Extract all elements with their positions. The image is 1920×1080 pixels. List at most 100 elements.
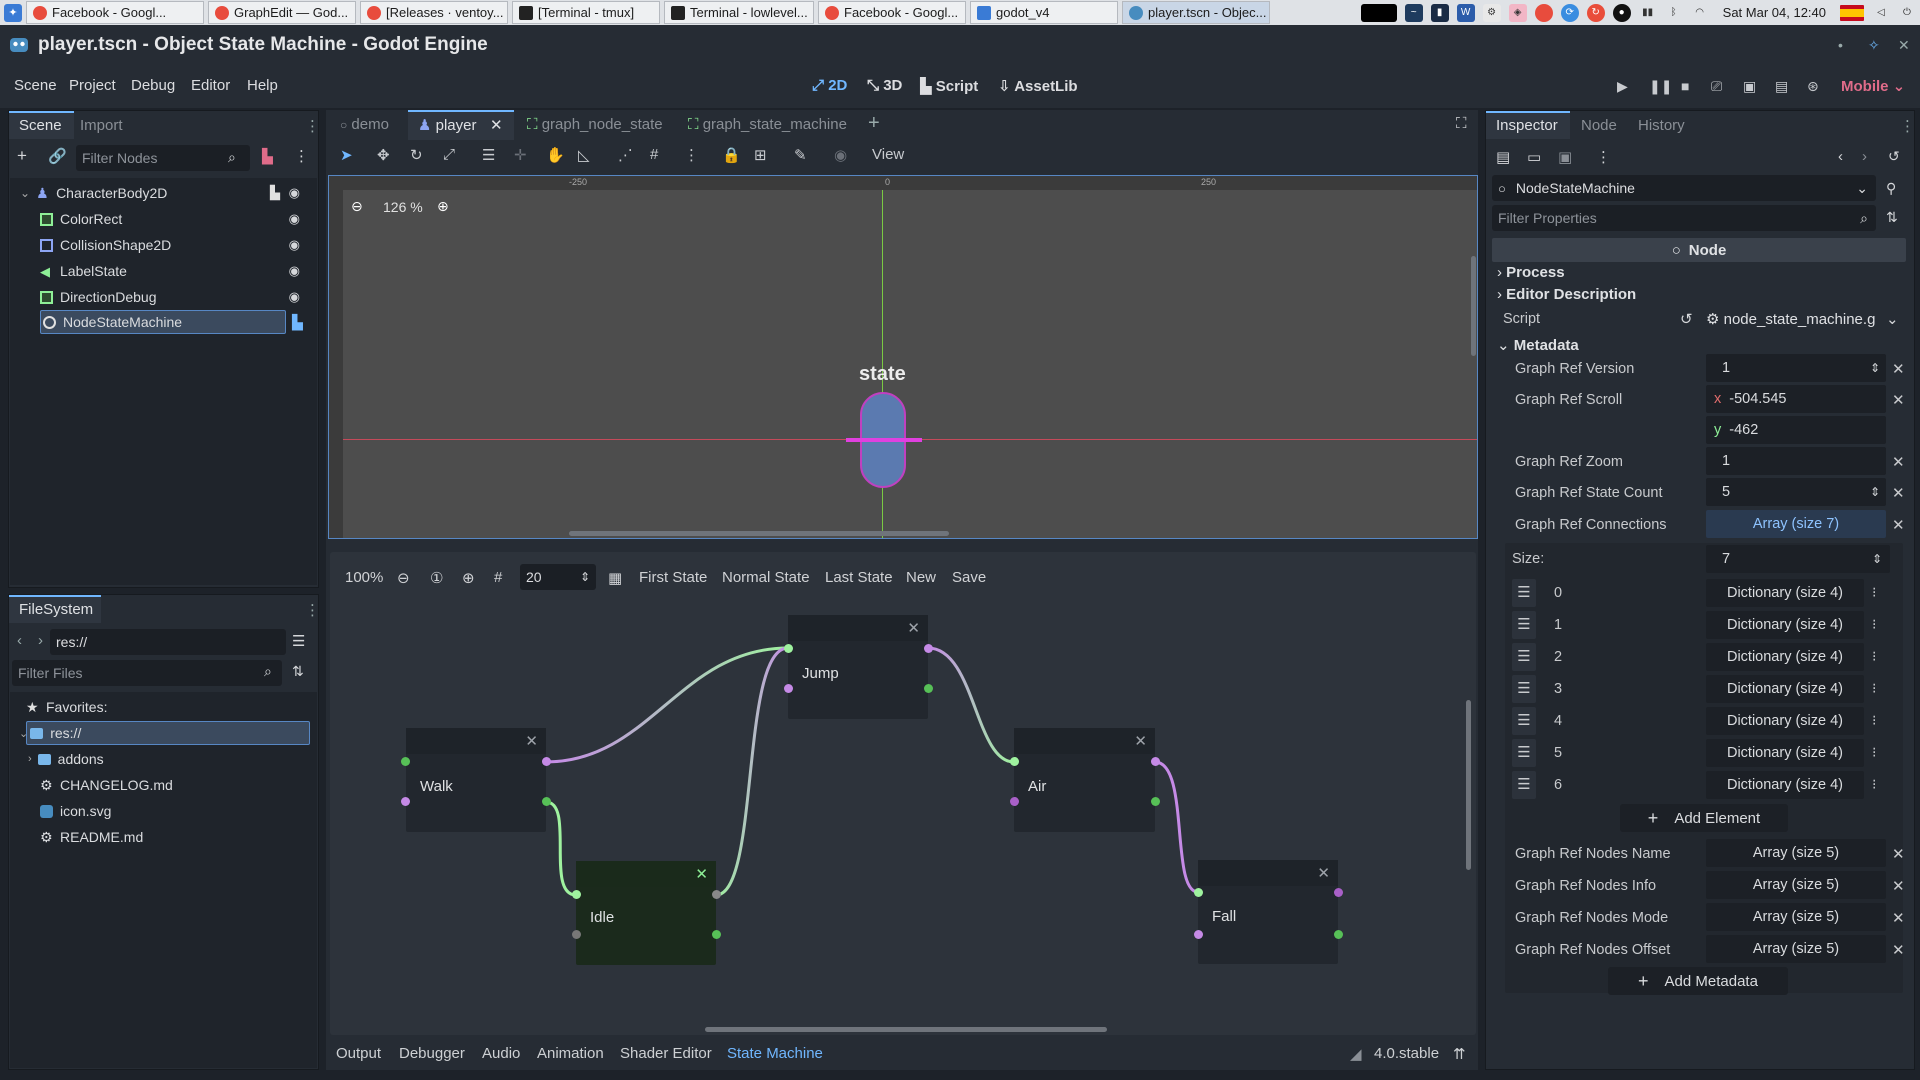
drag-handle-icon[interactable]: ☰: [1512, 771, 1536, 799]
connection-jump-air[interactable]: [927, 646, 1015, 764]
element-value[interactable]: Dictionary (size 4): [1706, 707, 1864, 735]
connection-air-fall[interactable]: [1154, 760, 1199, 894]
graph-port[interactable]: [1334, 930, 1343, 939]
graph-port[interactable]: [401, 757, 410, 766]
graph-ref-scroll-x[interactable]: x -504.545: [1706, 385, 1886, 413]
drag-handle-icon[interactable]: ☰: [1512, 611, 1536, 639]
chevron-down-icon[interactable]: ⌄: [1886, 310, 1899, 328]
tab-debugger[interactable]: Debugger: [399, 1045, 465, 1062]
graph-port[interactable]: [712, 890, 721, 899]
tab-shader-editor[interactable]: Shader Editor: [620, 1045, 712, 1062]
graph-ref-nodes-offset-value[interactable]: Array (size 5): [1706, 935, 1886, 963]
element-value[interactable]: Dictionary (size 4): [1706, 643, 1864, 671]
connection-walk-idle[interactable]: [545, 800, 577, 897]
element-menu-icon[interactable]: ⁝: [1872, 616, 1876, 633]
save-icon[interactable]: ▣: [1558, 148, 1572, 166]
dock-menu-icon[interactable]: ⋮: [1900, 117, 1915, 135]
element-menu-icon[interactable]: ⁝: [1872, 680, 1876, 697]
tab-inspector[interactable]: Inspector: [1496, 117, 1558, 134]
graph-ref-zoom-value[interactable]: 1: [1706, 447, 1886, 475]
remove-prop-icon[interactable]: ✕: [1892, 845, 1905, 863]
remove-prop-icon[interactable]: ✕: [1892, 484, 1905, 502]
section-process[interactable]: › Process: [1497, 264, 1565, 281]
drag-handle-icon[interactable]: ☰: [1512, 739, 1536, 767]
drag-handle-icon[interactable]: ☰: [1512, 643, 1536, 671]
array-element[interactable]: ☰ 6 Dictionary (size 4) ⁝: [1512, 771, 1880, 799]
element-menu-icon[interactable]: ⁝: [1872, 584, 1876, 601]
graph-node-jump[interactable]: ✕ Jump: [788, 615, 928, 719]
graph-ref-state-count-value[interactable]: 5 ⇕: [1706, 478, 1886, 506]
remove-prop-icon[interactable]: ✕: [1892, 453, 1905, 471]
remove-prop-icon[interactable]: ✕: [1892, 391, 1905, 409]
graph-port[interactable]: [924, 644, 933, 653]
graph-port[interactable]: [1010, 757, 1019, 766]
connection-idle-jump[interactable]: [715, 646, 789, 897]
script-value[interactable]: ⚙ node_state_machine.g: [1706, 310, 1875, 328]
array-element[interactable]: ☰ 5 Dictionary (size 4) ⁝: [1512, 739, 1880, 767]
history-forward-icon[interactable]: ›: [1862, 148, 1867, 165]
graph-port[interactable]: [712, 930, 721, 939]
graph-node-walk[interactable]: ✕ Walk: [406, 728, 546, 832]
graph-port[interactable]: [572, 930, 581, 939]
tab-audio[interactable]: Audio: [482, 1045, 520, 1062]
remove-prop-icon[interactable]: ✕: [1892, 516, 1905, 534]
section-editor-description[interactable]: › Editor Description: [1497, 286, 1636, 303]
tab-animation[interactable]: Animation: [537, 1045, 604, 1062]
graph-node-idle[interactable]: ✕ Idle: [576, 861, 716, 965]
open-folder-icon[interactable]: ▭: [1527, 148, 1541, 166]
element-value[interactable]: Dictionary (size 4): [1706, 739, 1864, 767]
graph-node-air[interactable]: ✕ Air: [1014, 728, 1155, 832]
add-metadata-button[interactable]: + Add Metadata: [1608, 967, 1788, 995]
graph-port[interactable]: [542, 797, 551, 806]
graph-ref-nodes-name-value[interactable]: Array (size 5): [1706, 839, 1886, 867]
graph-node-fall[interactable]: ✕ Fall: [1198, 860, 1338, 964]
graph-vertical-scrollbar[interactable]: [1466, 700, 1471, 870]
remove-prop-icon[interactable]: ✕: [1892, 909, 1905, 927]
element-value[interactable]: Dictionary (size 4): [1706, 771, 1864, 799]
graph-port[interactable]: [401, 797, 410, 806]
drag-handle-icon[interactable]: ☰: [1512, 675, 1536, 703]
close-icon[interactable]: ✕: [1134, 732, 1147, 750]
history-back-icon[interactable]: ‹: [1838, 148, 1843, 165]
element-value[interactable]: Dictionary (size 4): [1706, 579, 1864, 607]
remove-prop-icon[interactable]: ✕: [1892, 360, 1905, 378]
array-element[interactable]: ☰ 0 Dictionary (size 4) ⁝: [1512, 579, 1880, 607]
element-menu-icon[interactable]: ⁝: [1872, 648, 1876, 665]
more-icon[interactable]: ⋮: [1596, 148, 1611, 166]
graph-ref-scroll-y[interactable]: y -462: [1706, 416, 1886, 444]
array-size-input[interactable]: 7 ⇕: [1706, 545, 1890, 573]
new-resource-icon[interactable]: ▤: [1496, 148, 1510, 166]
graph-port[interactable]: [1151, 797, 1160, 806]
pin-icon[interactable]: ⇈: [1453, 1045, 1466, 1063]
graph-port[interactable]: [784, 644, 793, 653]
connection-walk-jump[interactable]: [545, 646, 789, 764]
array-element[interactable]: ☰ 3 Dictionary (size 4) ⁝: [1512, 675, 1880, 703]
graph-ref-version-value[interactable]: 1 ⇕: [1706, 354, 1886, 382]
graph-horizontal-scrollbar[interactable]: [705, 1027, 1107, 1032]
element-value[interactable]: Dictionary (size 4): [1706, 611, 1864, 639]
element-menu-icon[interactable]: ⁝: [1872, 776, 1876, 793]
tab-output[interactable]: Output: [336, 1045, 381, 1062]
tab-state-machine[interactable]: State Machine: [727, 1045, 823, 1062]
close-icon[interactable]: ✕: [525, 732, 538, 750]
drag-handle-icon[interactable]: ☰: [1512, 579, 1536, 607]
graph-port[interactable]: [1151, 757, 1160, 766]
graph-ref-nodes-mode-value[interactable]: Array (size 5): [1706, 903, 1886, 931]
array-element[interactable]: ☰ 1 Dictionary (size 4) ⁝: [1512, 611, 1880, 639]
close-icon[interactable]: ✕: [695, 865, 708, 883]
graph-port[interactable]: [1334, 888, 1343, 897]
object-docs-icon[interactable]: ⚲: [1886, 180, 1896, 197]
graph-port[interactable]: [572, 890, 581, 899]
object-history-icon[interactable]: ↺: [1888, 148, 1900, 165]
filter-properties-input[interactable]: Filter Properties ⌕: [1492, 205, 1876, 231]
close-icon[interactable]: ✕: [907, 619, 920, 637]
add-element-button[interactable]: + Add Element: [1620, 804, 1788, 832]
sort-icon[interactable]: ⇅: [1886, 209, 1898, 226]
array-element[interactable]: ☰ 2 Dictionary (size 4) ⁝: [1512, 643, 1880, 671]
revert-icon[interactable]: ↺: [1680, 310, 1693, 328]
close-icon[interactable]: ✕: [1317, 864, 1330, 882]
graph-port[interactable]: [1010, 797, 1019, 806]
section-metadata[interactable]: ⌄ Metadata: [1497, 336, 1579, 354]
graph-port[interactable]: [924, 684, 933, 693]
graph-ref-nodes-info-value[interactable]: Array (size 5): [1706, 871, 1886, 899]
